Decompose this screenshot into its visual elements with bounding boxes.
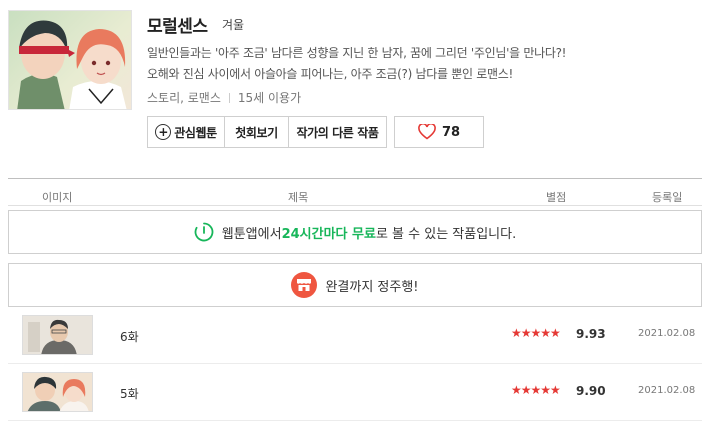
app-banner-suffix: 로 볼 수 있는 작품입니다.	[375, 226, 517, 242]
list-header-divider	[8, 205, 702, 206]
plus-circle-icon: +	[155, 124, 172, 140]
favorite-webtoon-button[interactable]: + 관심웹툰	[148, 117, 225, 147]
star-rating-icon: ★★★★★	[511, 383, 561, 397]
webtoon-title: 모럴센스	[147, 17, 208, 37]
app-banner-prefix: 웹툰앱에서	[221, 226, 282, 242]
like-count: 78	[441, 124, 461, 140]
episode-thumbnail	[22, 372, 93, 412]
episode-title[interactable]: 6화	[120, 328, 139, 345]
row-divider	[8, 420, 702, 421]
heart-icon	[418, 124, 436, 140]
column-header-title: 제목	[288, 191, 309, 204]
episode-row[interactable]: 6화 ★★★★★ 9.93 2021.02.08	[8, 311, 702, 359]
age-rating-text: 15세 이용가	[237, 91, 302, 105]
webtoon-meta: 스토리, 로맨스 15세 이용가	[147, 89, 301, 106]
action-button-group: + 관심웹툰 첫회보기 작가의 다른 작품	[147, 116, 387, 148]
row-divider	[8, 363, 702, 364]
app-banner-highlight: 24시간마다 무료	[281, 226, 376, 242]
episode-score: 9.93	[576, 327, 606, 341]
genre-text: 스토리, 로맨스	[147, 91, 221, 105]
episode-thumbnail	[22, 315, 93, 355]
app-free-banner[interactable]: 웹툰앱에서 24시간마다 무료 로 볼 수 있는 작품입니다.	[8, 210, 702, 254]
webtoon-cover-image	[8, 10, 132, 110]
like-button[interactable]: 78	[394, 116, 484, 148]
episode-date: 2021.02.08	[638, 328, 696, 339]
author-other-works-button[interactable]: 작가의 다른 작품	[289, 117, 386, 147]
column-header-image: 이미지	[42, 191, 73, 204]
list-top-divider	[8, 178, 702, 179]
author-name[interactable]: 겨울	[222, 16, 244, 33]
star-rating-icon: ★★★★★	[511, 326, 561, 340]
binge-complete-banner[interactable]: 완결까지 정주행!	[8, 263, 702, 307]
episode-date: 2021.02.08	[638, 385, 696, 396]
description-line-2: 오해와 진심 사이에서 아슬아슬 피어나는, 아주 조금(?) 남다를 뿐인 로…	[147, 67, 513, 81]
episode-title[interactable]: 5화	[120, 385, 139, 402]
first-episode-button[interactable]: 첫회보기	[225, 117, 289, 147]
store-icon	[291, 272, 318, 298]
column-header-rating: 별점	[546, 191, 567, 204]
column-header-date: 등록일	[652, 191, 683, 204]
meta-divider	[228, 93, 230, 103]
description-line-1: 일반인들과는 '아주 조금' 남다른 성향을 지닌 한 남자, 꿈에 그리던 '…	[147, 46, 567, 60]
favorite-label: 관심웹툰	[174, 125, 217, 140]
episode-score: 9.90	[576, 384, 606, 398]
timer-icon	[194, 222, 214, 242]
episode-row[interactable]: 5화 ★★★★★ 9.90 2021.02.08	[8, 368, 702, 416]
complete-banner-text: 완결까지 정주행!	[325, 279, 419, 295]
